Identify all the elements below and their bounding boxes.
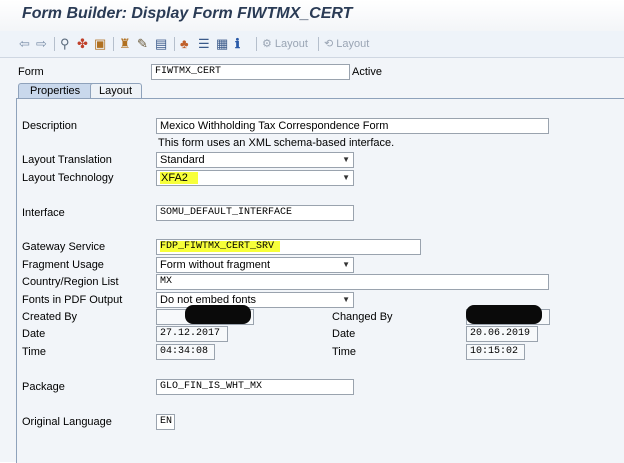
layout-technology-select[interactable]: XFA2 ▼ (156, 170, 354, 186)
original-language-label: Original Language (22, 416, 112, 428)
chevron-down-icon[interactable]: ▼ (342, 258, 350, 272)
fragment-usage-select[interactable]: Form without fragment ▼ (156, 257, 354, 273)
gateway-service-label: Gateway Service (22, 241, 106, 253)
changed-time-label: Time (332, 346, 357, 358)
created-by-label: Created By (22, 311, 78, 323)
forward-arrow-icon[interactable]: ⇨ (36, 36, 47, 52)
toolbar-separator (113, 37, 114, 51)
changed-by-label: Changed By (332, 311, 393, 323)
created-time-label: Time (22, 346, 47, 358)
clipboard-icon[interactable]: ▣ (94, 36, 106, 52)
toolbar-separator (54, 37, 55, 51)
toolbar-separator (318, 37, 319, 51)
layout-translation-select[interactable]: Standard ▼ (156, 152, 354, 168)
fonts-pdf-label: Fonts in PDF Output (22, 294, 123, 306)
country-region-label: Country/Region List (22, 276, 119, 288)
created-date-field[interactable]: 27.12.2017 (156, 326, 228, 342)
description-label: Description (22, 120, 78, 132)
pencil-icon[interactable]: ✎ (137, 36, 148, 52)
glasses-icon[interactable]: ⚲ (60, 36, 70, 52)
layout-technology-label: Layout Technology (22, 172, 114, 184)
gateway-service-field[interactable]: FDP_FIWTMX_CERT_SRV (156, 239, 421, 255)
window-title: Form Builder: Display Form FIWTMX_CERT (22, 5, 353, 22)
package-label: Package (22, 381, 65, 393)
back-arrow-icon[interactable]: ⇦ (19, 36, 30, 52)
schema-note: This form uses an XML schema-based inter… (158, 137, 395, 149)
description-field[interactable]: Mexico Withholding Tax Correspondence Fo… (156, 118, 549, 134)
changed-time-field[interactable]: 10:15:02 (466, 344, 525, 360)
layout-button-2[interactable]: ⟲ Layout (324, 36, 369, 52)
fragment-usage-label: Fragment Usage (22, 259, 104, 271)
tab-layout[interactable]: Layout (90, 83, 142, 99)
chevron-down-icon[interactable]: ▼ (342, 153, 350, 167)
chevron-down-icon[interactable]: ▼ (342, 293, 350, 307)
fragment-usage-value: Form without fragment (160, 259, 271, 271)
table-icon[interactable]: ▦ (216, 36, 228, 52)
info-icon[interactable]: ℹ (235, 36, 240, 52)
layout-translation-label: Layout Translation (22, 154, 112, 166)
created-time-field[interactable]: 04:34:08 (156, 344, 215, 360)
tab-properties-label: Properties (30, 85, 81, 97)
layout-button-1[interactable]: ⚙ Layout (262, 36, 308, 52)
chevron-down-icon[interactable]: ▼ (342, 171, 350, 185)
tab-layout-label: Layout (99, 85, 133, 97)
main-content: Form FIWTMX_CERT Active Properties Layou… (0, 58, 624, 463)
toolbar-separator (174, 37, 175, 51)
tab-properties[interactable]: Properties (18, 83, 100, 99)
country-region-field[interactable]: MX (156, 274, 549, 290)
layout-label-1: Layout (274, 38, 308, 50)
form-status: Active (352, 66, 382, 78)
redaction-mark (466, 305, 542, 324)
package-field[interactable]: GLO_FIN_IS_WHT_MX (156, 379, 354, 395)
gateway-service-value: FDP_FIWTMX_CERT_SRV (160, 241, 281, 252)
tree-icon[interactable]: ♣ (180, 36, 189, 52)
created-date-label: Date (22, 328, 46, 340)
toolbar-separator (256, 37, 257, 51)
changed-date-field[interactable]: 20.06.2019 (466, 326, 538, 342)
layout-label-2: Layout (336, 38, 370, 50)
original-language-field[interactable]: EN (156, 414, 175, 430)
form-name-field[interactable]: FIWTMX_CERT (151, 64, 350, 80)
fonts-pdf-select[interactable]: Do not embed fonts ▼ (156, 292, 354, 308)
layout-technology-value: XFA2 (160, 172, 198, 184)
check-icon[interactable]: ▤ (155, 36, 167, 52)
properties-panel: Description Mexico Withholding Tax Corre… (16, 98, 624, 463)
layout-translation-value: Standard (160, 154, 205, 166)
objects-icon[interactable]: ✤ (77, 36, 88, 52)
hierarchy-icon[interactable]: ♜ (119, 36, 131, 52)
title-bar: Form Builder: Display Form FIWTMX_CERT (0, 0, 624, 32)
changed-date-label: Date (332, 328, 356, 340)
interface-label: Interface (22, 207, 65, 219)
redaction-mark (185, 305, 251, 324)
layers-icon[interactable]: ☰ (198, 36, 210, 52)
form-label: Form (18, 66, 44, 78)
interface-field[interactable]: SOMU_DEFAULT_INTERFACE (156, 205, 354, 221)
toolbar: ⇦ ⇨ ⚲ ✤ ▣ ♜ ✎ ▤ ♣ ☰ ▦ ℹ ⚙ Layout ⟲ Layou… (0, 31, 624, 58)
